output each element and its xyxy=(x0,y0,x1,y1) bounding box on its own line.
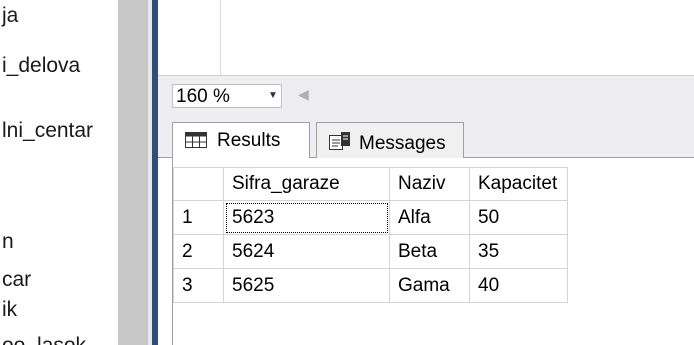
table-row: 1 5623 Alfa 50 xyxy=(173,200,568,235)
object-explorer: ja i_delova lni_centar n car ik oo_lasok xyxy=(0,0,118,345)
cell-sifra-garaze[interactable]: 5625 xyxy=(223,268,390,303)
zoom-value: 160 % xyxy=(176,86,230,107)
results-grid: Sifra_garaze Naziv Kapacitet 1 5623 Alfa… xyxy=(173,167,568,303)
explorer-item[interactable]: lni_centar xyxy=(2,119,93,143)
explorer-item[interactable]: car xyxy=(2,268,31,292)
column-header-kapacitet[interactable]: Kapacitet xyxy=(469,167,568,201)
cell-kapacitet[interactable]: 50 xyxy=(469,200,568,235)
explorer-item[interactable]: ik xyxy=(2,298,17,322)
query-editor-pane: 160 % ▼ ◀ Results Messages Sifra_garaze … xyxy=(158,0,694,345)
editor-margin-line xyxy=(220,0,221,75)
column-header-sifra-garaze[interactable]: Sifra_garaze xyxy=(223,167,390,201)
results-tab-bar: Results Messages xyxy=(158,108,694,159)
cell-sifra-garaze[interactable]: 5624 xyxy=(223,234,390,269)
grid-header-row: Sifra_garaze Naziv Kapacitet xyxy=(173,167,568,201)
cell-kapacitet[interactable]: 35 xyxy=(469,234,568,269)
row-number[interactable]: 3 xyxy=(173,268,224,303)
scroll-left-icon[interactable]: ◀ xyxy=(298,86,309,103)
table-row: 3 5625 Gama 40 xyxy=(173,268,568,303)
explorer-scrollbar[interactable] xyxy=(118,0,148,345)
results-grid-area: Sifra_garaze Naziv Kapacitet 1 5623 Alfa… xyxy=(172,158,694,345)
tab-messages[interactable]: Messages xyxy=(316,122,464,158)
editor-status-bar: 160 % ▼ ◀ xyxy=(158,75,694,108)
cell-naziv[interactable]: Beta xyxy=(389,234,470,269)
row-number[interactable]: 1 xyxy=(173,200,224,235)
grid-icon xyxy=(185,132,207,148)
cell-naziv[interactable]: Gama xyxy=(389,268,470,303)
zoom-dropdown[interactable]: 160 % ▼ xyxy=(172,84,282,108)
tab-results[interactable]: Results xyxy=(172,122,310,159)
cell-kapacitet[interactable]: 40 xyxy=(469,268,568,303)
explorer-item[interactable]: ja xyxy=(2,4,18,28)
tab-messages-label: Messages xyxy=(359,133,446,154)
explorer-item[interactable]: i_delova xyxy=(2,54,80,78)
messages-icon xyxy=(329,132,350,150)
row-number-header[interactable] xyxy=(173,167,224,201)
cell-sifra-garaze[interactable]: 5623 xyxy=(223,200,390,235)
row-number[interactable]: 2 xyxy=(173,234,224,269)
explorer-item[interactable]: oo_lasok xyxy=(2,334,86,345)
table-row: 2 5624 Beta 35 xyxy=(173,234,568,269)
chevron-down-icon: ▼ xyxy=(268,90,278,101)
cell-naziv[interactable]: Alfa xyxy=(389,200,470,235)
column-header-naziv[interactable]: Naziv xyxy=(389,167,470,201)
tab-results-label: Results xyxy=(217,130,281,151)
explorer-item[interactable]: n xyxy=(2,230,14,254)
query-text-area[interactable] xyxy=(158,0,694,75)
